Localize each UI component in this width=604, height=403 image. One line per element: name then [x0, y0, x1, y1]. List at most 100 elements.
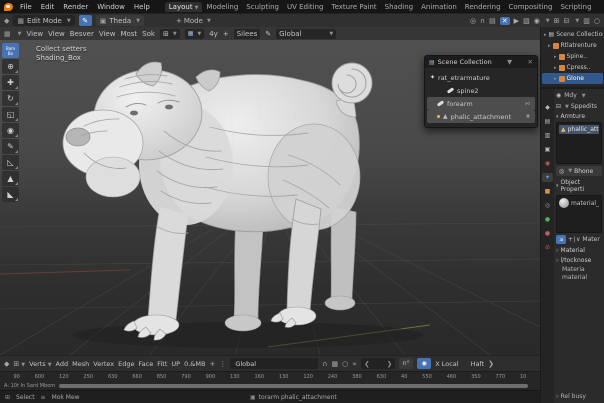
tab-texture-icon[interactable]: ⊘ [542, 243, 553, 252]
mode-selector[interactable]: ▦ Edit Mode ▼ [13, 15, 74, 26]
snap-sphere-button[interactable]: ◉ [417, 358, 431, 369]
tab-world-icon[interactable]: ◉ [542, 159, 553, 168]
search-icon[interactable]: ○ [594, 17, 600, 25]
shading-solid-icon[interactable]: ◉ [534, 17, 540, 25]
tool-extrude-icon[interactable]: ▲ [2, 171, 19, 186]
tool-knife-icon[interactable]: ◣ [2, 187, 19, 202]
popup-item-forearm[interactable]: forearm ⋈ [427, 97, 535, 110]
tab-physics-icon[interactable]: ■ [542, 187, 553, 196]
nose-section-header[interactable]: ▿ l/tocknose [556, 257, 602, 264]
select-tool-icon[interactable]: ✕ [500, 17, 510, 25]
expand-arrow-icon[interactable]: ▸ [548, 43, 551, 49]
tab-rendering[interactable]: Rendering [461, 2, 505, 12]
proportional-icon[interactable]: ○ [342, 360, 348, 368]
gizmo-toggle-icon[interactable]: ⊟ [564, 17, 570, 25]
orientation-pill[interactable]: Global [230, 358, 318, 369]
magnet-snap-icon[interactable]: ∩ [480, 17, 485, 25]
tab-texture-paint[interactable]: Texture Paint [328, 2, 381, 12]
shading-pill[interactable]: ▦▼ [185, 29, 205, 39]
snap-target-button[interactable]: n° [399, 358, 413, 369]
falloff-icon[interactable]: ∝ [352, 360, 357, 368]
overlays-icon[interactable]: ▤ [489, 17, 496, 25]
vp-menu-3[interactable]: View [99, 30, 116, 38]
tool-transform-icon[interactable]: ◉ [2, 123, 19, 138]
timeline-scrollbar[interactable] [59, 384, 528, 388]
material-preview-box[interactable]: material_ [556, 195, 602, 233]
expand-arrow-icon[interactable]: ▸ [544, 32, 547, 38]
vp-menu-5[interactable]: Sok [142, 30, 155, 38]
tab-sculpting[interactable]: Sculpting [242, 2, 283, 12]
tab-modifier-icon[interactable]: ✦ [542, 173, 553, 182]
tab-scripting[interactable]: Scripting [556, 2, 595, 12]
expand-arrow-icon[interactable]: ▸ [554, 54, 557, 60]
tab-output-icon[interactable]: ▥ [542, 131, 553, 140]
tab-uv-editing[interactable]: UV Editing [283, 2, 328, 12]
outliner-armature[interactable]: ▸ Rtlatrenture [542, 40, 603, 51]
xray-icon[interactable]: ▨ [523, 17, 530, 25]
mode-add-control[interactable]: + Mode ▼ [176, 17, 211, 25]
rel-busy-footer[interactable]: ▿ Rel busy [556, 393, 602, 402]
vp-menu-0[interactable]: View [26, 30, 43, 38]
menu-edit[interactable]: Edit [39, 3, 57, 11]
eyedropper-icon[interactable]: ✎ [265, 30, 271, 38]
popup-item-spine2[interactable]: spine2 [425, 84, 537, 97]
armature-list-item-selected[interactable]: ▲ phallic_atta [559, 125, 599, 134]
bone-selector-pill[interactable]: ◎ ▼ Bhone [556, 166, 602, 176]
layers-icon[interactable]: ▦ [331, 360, 338, 368]
timeline[interactable]: 90600 120250 630660 850790 900130 160130… [0, 371, 540, 390]
cursor-icon[interactable]: ▶ [514, 17, 519, 25]
orientation-dropdown[interactable]: Global ▼ [276, 29, 336, 39]
tool-selector[interactable]: ▣ Theda ▼ [96, 15, 144, 26]
menu-vertex[interactable]: Vertex [93, 360, 114, 368]
menu-verts[interactable]: Verts▼ [29, 360, 51, 368]
material-section-header[interactable]: ▿ Material [556, 247, 602, 254]
tool-measure-icon[interactable]: ◺ [2, 155, 19, 170]
select-pill[interactable]: Silees [234, 29, 261, 39]
tool-annotate-icon[interactable]: ✎ [2, 139, 19, 154]
proportional-edit-icon[interactable]: ◎ [470, 17, 476, 25]
expand-right-icon[interactable]: ❯ [488, 360, 494, 368]
tab-modeling[interactable]: Modeling [202, 2, 242, 12]
tool-rotate-icon[interactable]: ↻ [2, 91, 19, 106]
plus-icon[interactable]: + [209, 360, 215, 368]
menu-mb[interactable]: 0.&MB [184, 360, 205, 368]
chevron-down-icon[interactable]: ▼ [507, 58, 512, 66]
outliner-cpress[interactable]: ▸ Cpress.. [542, 62, 603, 73]
vp-menu-1[interactable]: View [48, 30, 65, 38]
armature-list-box[interactable]: ▲ phallic_atta [556, 122, 602, 164]
tab-material-icon[interactable]: ● [542, 229, 553, 238]
expand-arrow-icon[interactable]: ▸ [554, 76, 557, 82]
modifier-dropdown[interactable]: ⊟ ▼ Sppedits [556, 103, 602, 110]
menu-up[interactable]: UP [171, 360, 180, 368]
menu-file[interactable]: File [18, 3, 34, 11]
dots-icon[interactable]: ⋮ [219, 360, 226, 368]
tab-shading[interactable]: Shading [381, 2, 417, 12]
tab-render-icon[interactable]: ▤ [542, 117, 553, 126]
tool-tweak-active[interactable]: Bam Bo [2, 43, 19, 58]
blender-logo-icon[interactable] [4, 3, 13, 11]
menu-render[interactable]: Render [61, 3, 90, 11]
menu-face[interactable]: Face [139, 360, 154, 368]
field-value[interactable]: material [562, 274, 602, 281]
tool-scale-icon[interactable]: ◱ [2, 107, 19, 122]
menu-help[interactable]: Help [132, 3, 152, 11]
menu-mesh[interactable]: Mesh [72, 360, 89, 368]
outliner-scene-collection[interactable]: ▸ ▤ Scene Collection [542, 29, 603, 40]
tool-cursor-icon[interactable]: ⊕ [2, 59, 19, 74]
tab-compositing[interactable]: Compositing [505, 2, 557, 12]
render-preview-icon[interactable]: ▥ [583, 17, 590, 25]
vp-menu-2[interactable]: Besver [70, 30, 94, 38]
overlay-toggle-icon[interactable]: ⊞ [554, 17, 560, 25]
editor-icon[interactable]: ▦ [4, 30, 11, 38]
expand-arrow-icon[interactable]: ▸ [554, 65, 557, 71]
tab-scene-icon[interactable]: ▣ [542, 145, 553, 154]
object-properties-header[interactable]: ▾ Object Properti [556, 179, 602, 193]
axis-label[interactable]: X Local [435, 360, 458, 368]
tab-constraint-icon[interactable]: ◎ [542, 201, 553, 210]
mode-icon-pill[interactable]: ⊞▼ [160, 29, 180, 39]
menu-window[interactable]: Window [95, 3, 127, 11]
popup-header[interactable]: ▤ Scene Collection ▼ ✕ [425, 56, 537, 68]
grid-menu-icon[interactable]: ⊞▼ [13, 360, 25, 368]
menu-add[interactable]: Add [56, 360, 69, 368]
frame-pager[interactable]: ❮❯ [361, 358, 395, 369]
